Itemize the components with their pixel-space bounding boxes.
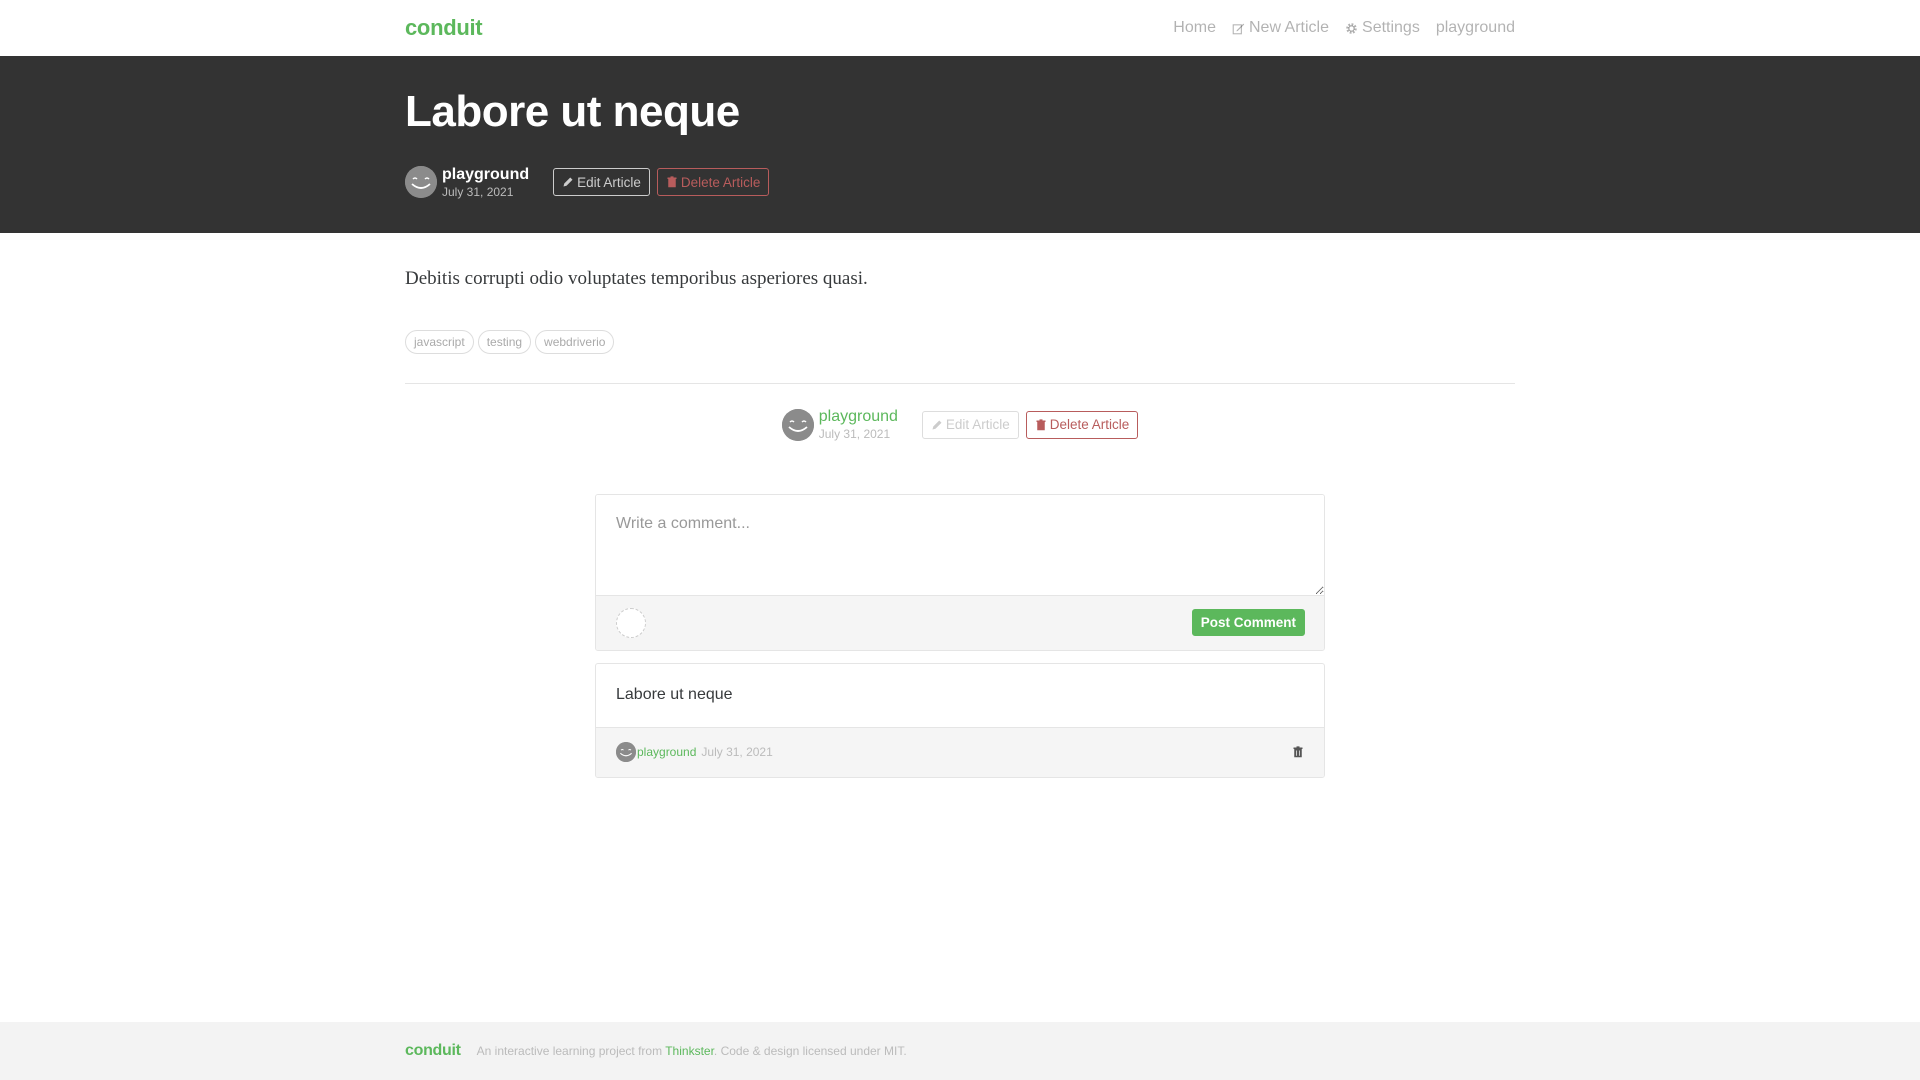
pencil-icon: [563, 177, 573, 187]
smiley-avatar-icon: [616, 742, 636, 763]
compose-icon: [1232, 23, 1245, 34]
delete-article-button[interactable]: Delete Article: [1025, 410, 1139, 439]
tag-pill[interactable]: testing: [477, 329, 532, 354]
comment-input[interactable]: [596, 494, 1324, 595]
trash-icon: [1293, 746, 1303, 758]
comments-section: Post Comment Labore ut neque playground …: [595, 493, 1325, 778]
nav-new-article-label: New Article: [1248, 19, 1330, 36]
comment-card: Labore ut neque playground July 31, 2021: [595, 662, 1325, 778]
footer-attribution: An interactive learning project from Thi…: [477, 1044, 907, 1058]
edit-article-button[interactable]: Edit Article: [553, 168, 650, 196]
delete-article-label: Delete Article: [1049, 417, 1130, 433]
comment-author-avatar: [616, 607, 646, 638]
article-meta-top: playground July 31, 2021 Edit Article De…: [405, 166, 1515, 198]
author-info: playground July 31, 2021: [818, 409, 898, 442]
post-comment-button[interactable]: Post Comment: [1191, 609, 1305, 637]
edit-article-label: Edit Article: [945, 417, 1010, 433]
smiley-avatar-icon: [405, 166, 437, 198]
trash-icon: [1036, 418, 1046, 430]
edit-article-label: Edit Article: [577, 174, 641, 190]
nav-settings-label: Settings: [1362, 19, 1420, 36]
footer-text-after: . Code & design licensed under MIT.: [713, 1044, 907, 1058]
article-content: Debitis corrupti odio voluptates tempori…: [405, 233, 1515, 778]
tag-list: javascript testing webdriverio: [405, 329, 1515, 354]
smiley-avatar-icon: [781, 408, 814, 441]
article-banner: Labore ut neque playground July 31, 2021…: [0, 56, 1920, 233]
comment-author-avatar[interactable]: [616, 742, 636, 763]
comment-footer: playground July 31, 2021: [596, 726, 1324, 777]
nav-new-article-link[interactable]: New Article: [1232, 19, 1329, 37]
edit-article-button[interactable]: Edit Article: [921, 410, 1019, 439]
delete-article-label: Delete Article: [680, 174, 761, 190]
comment-author: playground July 31, 2021: [616, 742, 773, 763]
author-avatar[interactable]: [781, 408, 814, 441]
trash-icon: [667, 176, 677, 188]
article-date: July 31, 2021: [818, 427, 891, 442]
comment-date: July 31, 2021: [701, 745, 773, 760]
article-title: Labore ut neque: [405, 87, 740, 136]
nav-home-link[interactable]: Home: [1173, 19, 1216, 37]
delete-comment-button[interactable]: [1292, 746, 1304, 758]
article-date: July 31, 2021: [442, 184, 514, 199]
tag-pill[interactable]: javascript: [405, 329, 474, 354]
comment-form-footer: Post Comment: [596, 594, 1324, 650]
article-body-text: Debitis corrupti odio voluptates tempori…: [405, 268, 868, 289]
tag-pill[interactable]: webdriverio: [535, 329, 615, 354]
delete-article-button[interactable]: Delete Article: [656, 168, 770, 196]
thinkster-link[interactable]: Thinkster: [665, 1044, 714, 1058]
author-info: playground July 31, 2021: [442, 166, 529, 199]
navbar: conduit Home New Article Settings playgr…: [0, 0, 1920, 56]
gear-icon: [1346, 22, 1357, 34]
divider: [405, 382, 1515, 384]
brand-logo[interactable]: conduit: [405, 15, 483, 41]
footer-brand-logo[interactable]: conduit: [405, 1042, 461, 1060]
author-name-link[interactable]: playground: [819, 409, 898, 425]
nav-settings-link[interactable]: Settings: [1345, 19, 1420, 37]
author-name-link[interactable]: playground: [442, 166, 529, 183]
author-avatar[interactable]: [405, 166, 437, 198]
comment-author-link[interactable]: playground: [637, 745, 696, 759]
article-meta-bottom: playground July 31, 2021 Edit Article De…: [405, 408, 1515, 442]
comment-form: Post Comment: [595, 493, 1325, 651]
nav-profile-link[interactable]: playground: [1436, 19, 1515, 37]
comment-text: Labore ut neque: [616, 685, 733, 703]
pencil-icon: [932, 420, 942, 430]
footer: conduit An interactive learning project …: [0, 1022, 1920, 1080]
nav-links: Home New Article Settings playground: [1173, 19, 1515, 37]
footer-text-before: An interactive learning project from: [476, 1044, 663, 1058]
